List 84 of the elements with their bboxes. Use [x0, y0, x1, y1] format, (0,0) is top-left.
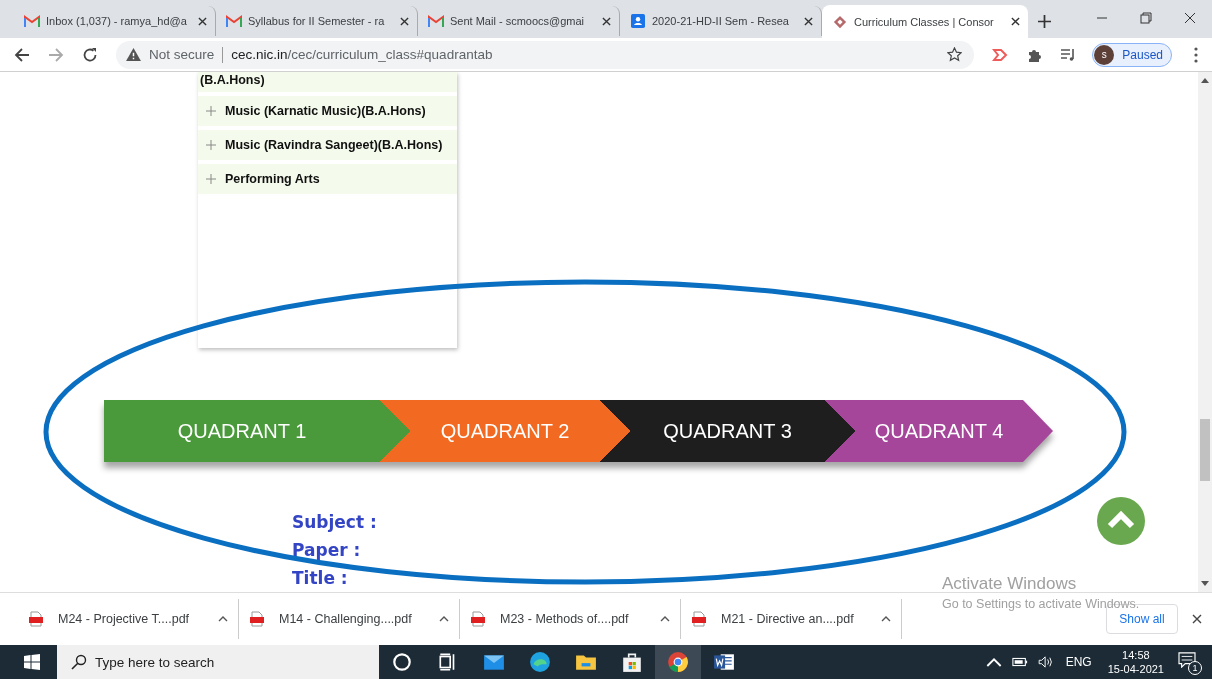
restore-icon[interactable]: [1140, 12, 1152, 24]
clock-time: 14:58: [1122, 648, 1150, 662]
quadrant-tab[interactable]: QUADRANT 3: [600, 400, 825, 462]
course-title: Music (Ravindra Sangeet)(B.A.Hons): [225, 138, 443, 152]
wave-circle-icon: [529, 651, 551, 673]
document-icon: [713, 651, 735, 673]
circle-icon: [391, 651, 413, 673]
pdf-file-icon: [470, 611, 486, 627]
battery-icon[interactable]: [1011, 656, 1028, 668]
new-tab-icon[interactable]: [1038, 15, 1051, 28]
detail-label: Title :: [292, 567, 348, 590]
browser-tab[interactable]: Inbox (1,037) - ramya_hd@a: [14, 6, 216, 36]
download-item[interactable]: M21 - Directive an....pdf: [681, 599, 902, 639]
browser-tab[interactable]: Syllabus for II Semester - ra: [216, 6, 418, 36]
contact-card-icon: [630, 14, 646, 28]
scroll-to-top-button[interactable]: [1097, 497, 1145, 545]
browser-tab[interactable]: Curriculum Classes | Consor: [822, 5, 1028, 38]
chevron-up-icon[interactable]: [985, 656, 1002, 668]
tab-title: Sent Mail - scmoocs@gmai: [450, 15, 586, 27]
taskbar-search-field[interactable]: Type here to search: [57, 645, 379, 679]
language-indicator[interactable]: ENG: [1065, 655, 1092, 669]
caret-icon[interactable]: [660, 616, 670, 622]
tab-title: Inbox (1,037) - ramya_hd@a: [46, 15, 188, 27]
browser-tab[interactable]: Sent Mail - scmoocs@gmai: [418, 6, 620, 36]
windows-start-icon[interactable]: [24, 654, 40, 670]
profile-button[interactable]: s Paused: [1092, 42, 1172, 67]
course-item[interactable]: Music (Karnatic Music)(B.A.Hons): [198, 96, 457, 126]
close-icon[interactable]: [400, 16, 409, 26]
detail-label: Paper :: [292, 539, 361, 562]
close-icon[interactable]: [602, 16, 611, 26]
scroll-up-icon[interactable]: [1201, 78, 1209, 83]
tab-title: Curriculum Classes | Consor: [854, 15, 995, 28]
browser-tab[interactable]: 2020-21-HD-II Sem - Resea: [620, 6, 822, 36]
notification-count: 1: [1188, 661, 1202, 675]
tab-title: 2020-21-HD-II Sem - Resea: [652, 15, 790, 27]
shopping-bag-icon: [621, 651, 643, 673]
scroll-thumb[interactable]: [1200, 419, 1210, 481]
clock-date: 15-04-2021: [1107, 662, 1164, 676]
download-item[interactable]: M14 - Challenging....pdf: [239, 599, 460, 639]
mail-logo-icon: [428, 14, 444, 28]
quadrant-tab[interactable]: QUADRANT 4: [825, 400, 1053, 462]
star-icon[interactable]: [947, 47, 963, 62]
mail-logo-icon: [226, 14, 242, 28]
avatar-icon: s: [1094, 44, 1115, 65]
back-arrow-icon[interactable]: [14, 46, 30, 63]
caret-icon[interactable]: [218, 616, 228, 622]
quadrant-tab[interactable]: QUADRANT 1: [104, 400, 380, 462]
tab-title: Syllabus for II Semester - ra: [248, 15, 386, 27]
scrollbar[interactable]: [1198, 72, 1212, 592]
download-item[interactable]: M23 - Methods of....pdf: [460, 599, 681, 639]
search-icon: [71, 654, 87, 670]
pdf-file-icon: [28, 611, 44, 627]
close-icon[interactable]: [1184, 12, 1196, 24]
course-name-fragment: (B.A.Hons): [198, 72, 457, 92]
diamond-logo-icon: [832, 14, 848, 29]
address-bar[interactable]: Not secure cec.nic.in/cec/curriculum_class#quadrantab: [116, 40, 975, 69]
close-icon[interactable]: [804, 16, 813, 26]
detail-label: Subject :: [292, 511, 377, 534]
close-icon[interactable]: [198, 16, 207, 26]
menu-icon[interactable]: [1194, 46, 1198, 63]
course-title: Performing Arts: [225, 172, 320, 186]
scroll-down-icon[interactable]: [1201, 581, 1209, 586]
caret-icon[interactable]: [881, 616, 891, 622]
mail-logo-icon: [24, 14, 40, 28]
url-text: cec.nic.in/cec/curriculum_class#quadrantab: [231, 47, 494, 62]
reload-icon[interactable]: [82, 46, 98, 63]
speaker-icon[interactable]: [1037, 656, 1054, 668]
extension-arrow-icon[interactable]: [992, 46, 1009, 63]
round-logo-icon: [667, 651, 689, 673]
pdf-file-icon: [249, 611, 265, 627]
taskbar-app[interactable]: [655, 645, 701, 679]
close-icon[interactable]: [1011, 17, 1020, 26]
security-label: Not secure: [149, 47, 215, 62]
activation-title: Activate Windows: [942, 574, 1078, 594]
warning-icon: [126, 48, 141, 61]
clock[interactable]: 14:58 15-04-2021: [1107, 648, 1164, 676]
course-item[interactable]: Performing Arts: [198, 164, 457, 194]
download-item[interactable]: M24 - Projective T....pdf: [18, 599, 239, 639]
course-item[interactable]: Music (Ravindra Sangeet)(B.A.Hons): [198, 130, 457, 160]
pdf-file-icon: [691, 611, 707, 627]
playlist-icon[interactable]: [1060, 46, 1077, 63]
caret-icon[interactable]: [439, 616, 449, 622]
close-icon[interactable]: [1192, 614, 1202, 624]
course-title: Music (Karnatic Music)(B.A.Hons): [225, 104, 426, 118]
